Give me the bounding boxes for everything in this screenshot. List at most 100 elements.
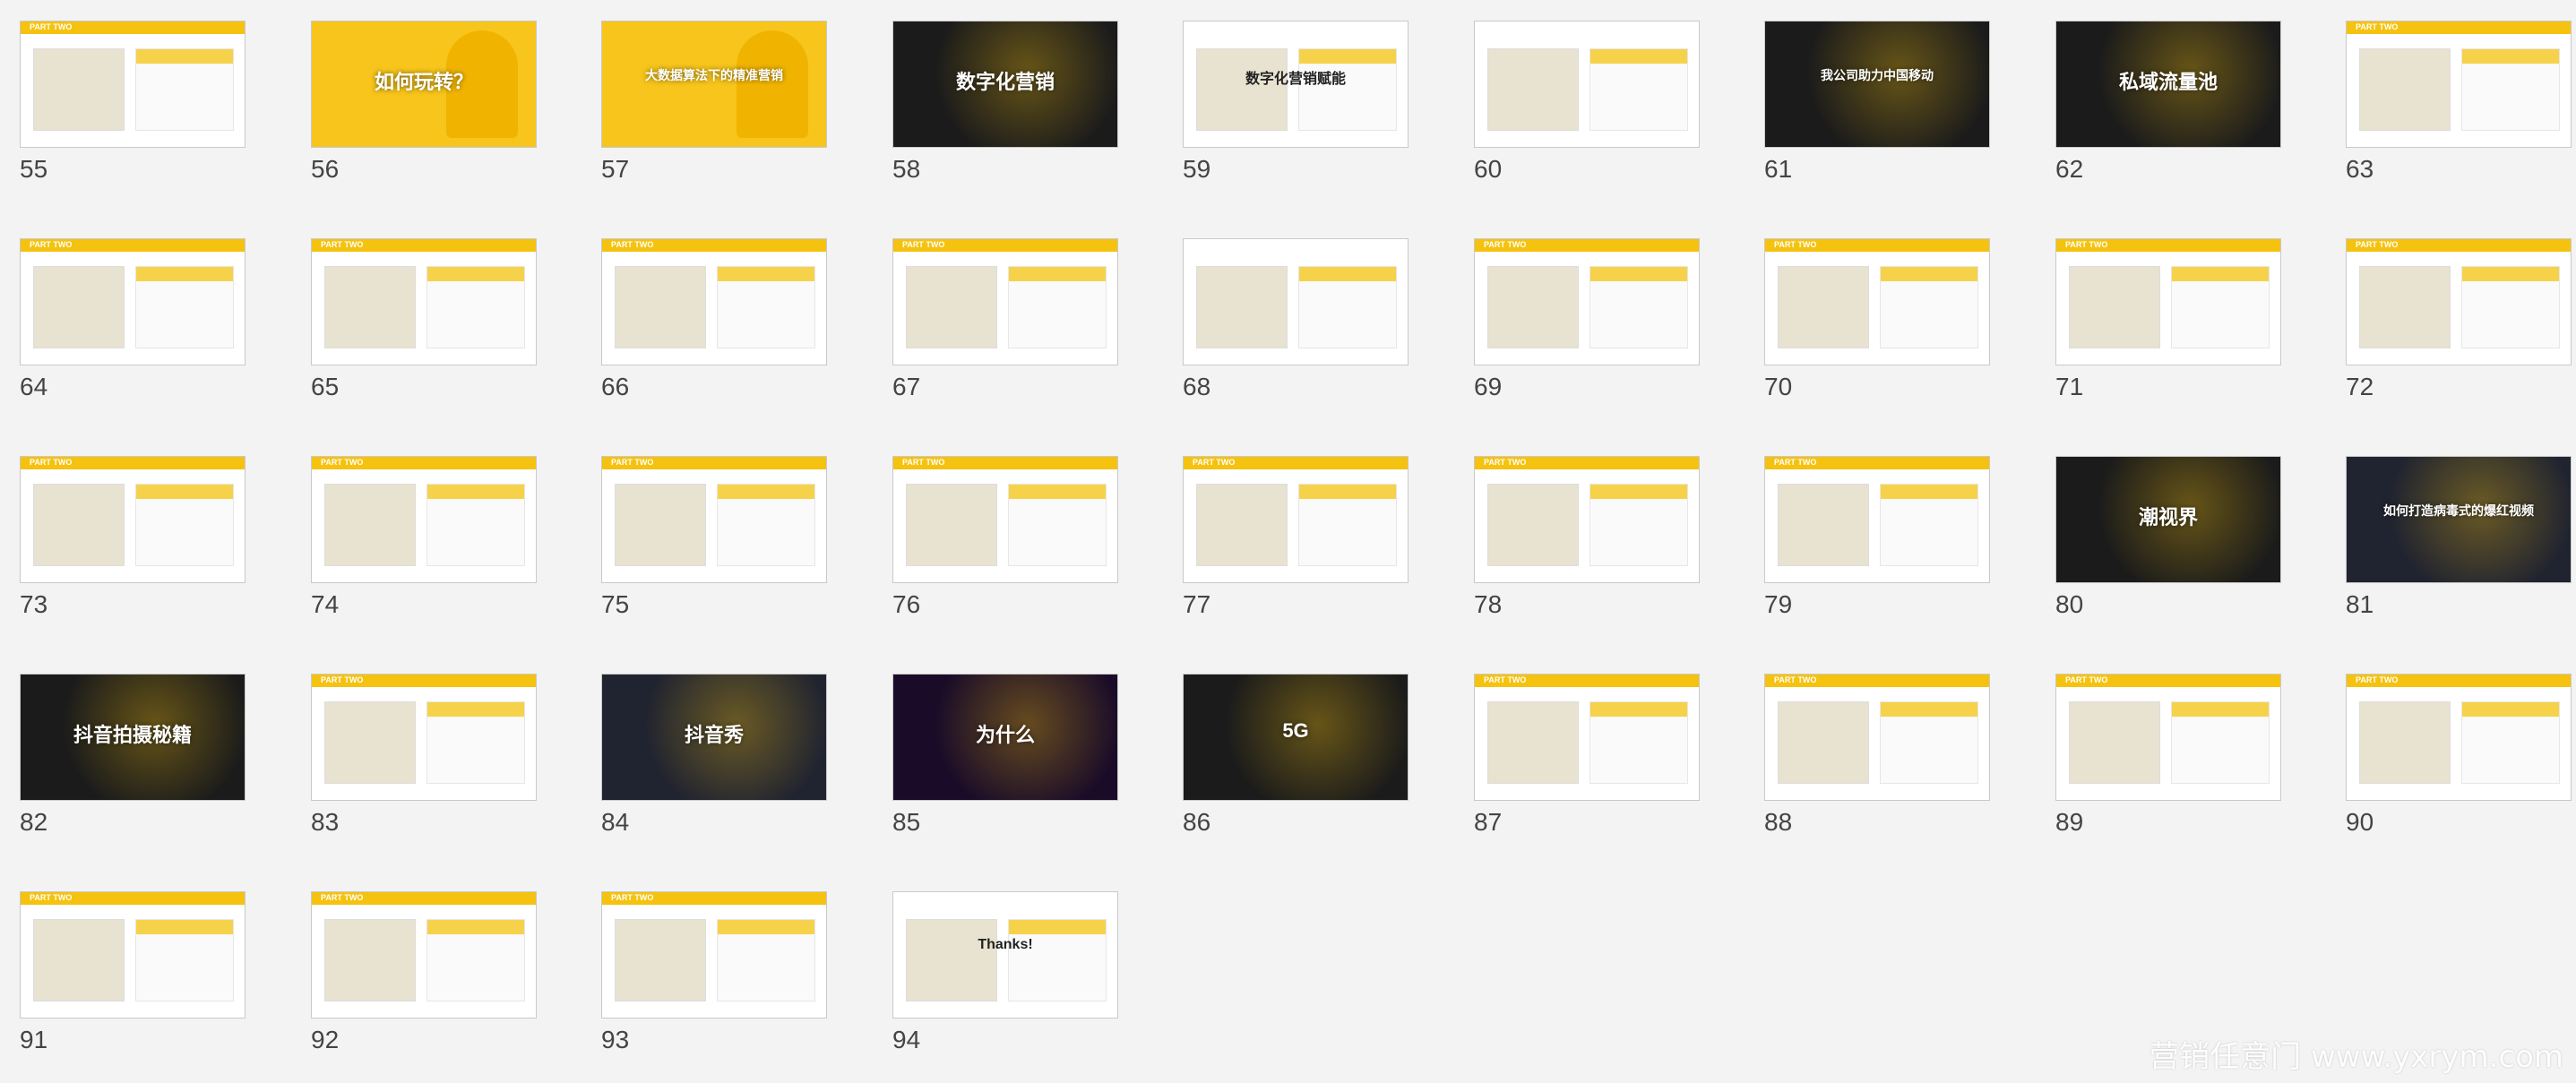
slide-image-block (1778, 266, 1869, 348)
slide-number: 66 (601, 373, 630, 400)
slide-cell: 为什么 85 (892, 674, 1118, 844)
slide-number: 69 (1474, 373, 1503, 400)
slide-cell: 私域流量池 62 (2055, 21, 2281, 191)
slide-caption: 私域流量池 (2118, 71, 2218, 93)
slide-image-block (1778, 701, 1869, 784)
slide-number: 93 (601, 1026, 630, 1053)
slide-thumbnail[interactable]: 抖音秀 (601, 674, 827, 801)
slide-thumbnail[interactable]: PART TWO (311, 891, 537, 1019)
slide-header-bar: PART TWO (2056, 239, 2280, 252)
slide-cell: PART TWO 83 (311, 674, 537, 844)
slide-image-block (1196, 484, 1288, 566)
slide-image-block (906, 266, 997, 348)
slide-thumbnail[interactable]: PART TWO (311, 238, 537, 365)
slide-header-label: PART TWO (1484, 240, 1527, 249)
slide-caption: 为什么 (975, 724, 1035, 746)
slide-number: 65 (311, 373, 340, 400)
slide-number: 77 (1183, 590, 1211, 618)
slide-number: 87 (1474, 808, 1503, 836)
slide-header-label: PART TWO (321, 675, 364, 684)
slide-thumbnail[interactable]: PART TWO (1764, 238, 1990, 365)
slide-thumbnail[interactable]: PART TWO (1474, 674, 1700, 801)
slide-header-label: PART TWO (2356, 22, 2399, 31)
slide-header-label: PART TWO (902, 240, 945, 249)
slide-thumbnail[interactable]: 潮视界 (2055, 456, 2281, 583)
slide-thumbnail[interactable]: PART TWO (1183, 456, 1409, 583)
slide-thumbnail[interactable]: 如何打造病毒式的爆红视频 (2346, 456, 2572, 583)
slide-thumbnail[interactable] (1474, 21, 1700, 148)
slide-number: 86 (1183, 808, 1211, 836)
slide-image-block (324, 919, 416, 1001)
slide-thumbnail[interactable]: PART TWO (1474, 238, 1700, 365)
slide-cell: PART TWO 65 (311, 238, 537, 408)
slide-header-bar: PART TWO (312, 892, 536, 905)
slide-image-block (2359, 701, 2451, 784)
slide-thumbnail[interactable]: PART TWO (2055, 674, 2281, 801)
slide-thumbnail[interactable]: PART TWO (20, 238, 246, 365)
slide-header-bar: PART TWO (21, 892, 245, 905)
slide-cell: 60 (1474, 21, 1700, 191)
slide-thumbnail[interactable]: PART TWO (2346, 21, 2572, 148)
slide-thumbnail[interactable]: PART TWO (892, 238, 1118, 365)
slide-image-block (2359, 266, 2451, 348)
slide-thumbnail[interactable]: PART TWO (601, 238, 827, 365)
slide-content-block (135, 484, 234, 566)
slide-image-block (737, 30, 808, 138)
slide-thumbnail[interactable]: 大数据算法下的精准营销 (601, 21, 827, 148)
slide-cell: PART TWO 88 (1764, 674, 1990, 844)
slide-thumbnail[interactable]: 数字化营销赋能 (1183, 21, 1409, 148)
slide-thumbnail[interactable]: 为什么 (892, 674, 1118, 801)
slide-content-block (717, 919, 815, 1001)
slide-thumbnail[interactable]: 私域流量池 (2055, 21, 2281, 148)
slide-image-block (1765, 21, 1989, 147)
slide-thumbnail[interactable] (1183, 238, 1409, 365)
slide-cell: PART TWO 67 (892, 238, 1118, 408)
slide-header-bar: PART TWO (602, 239, 826, 252)
watermark: 营销任意门 www.yxrym.com (2149, 1039, 2563, 1075)
slide-thumbnail[interactable]: PART TWO (601, 456, 827, 583)
slide-header-label: PART TWO (30, 458, 73, 467)
slide-content-block (426, 484, 525, 566)
slide-thumbnail[interactable]: PART TWO (2055, 238, 2281, 365)
slide-content-block (1880, 266, 1978, 348)
slide-thumbnail[interactable]: Thanks! (892, 891, 1118, 1019)
slide-thumbnail[interactable]: PART TWO (2346, 238, 2572, 365)
slide-image-block (33, 484, 125, 566)
slide-cell: 5G 86 (1183, 674, 1409, 844)
slide-header-bar: PART TWO (1765, 239, 1989, 252)
slide-thumbnail[interactable]: PART TWO (20, 891, 246, 1019)
slide-thumbnail[interactable]: PART TWO (1474, 456, 1700, 583)
slide-thumbnail[interactable]: PART TWO (1764, 456, 1990, 583)
slide-thumbnail[interactable]: 数字化营销 (892, 21, 1118, 148)
slide-thumbnail[interactable]: PART TWO (1764, 674, 1990, 801)
slide-content-block (1880, 701, 1978, 784)
slide-thumbnail[interactable]: PART TWO (892, 456, 1118, 583)
slide-cell: 数字化营销 58 (892, 21, 1118, 191)
slide-thumbnail[interactable]: 如何玩转？ (311, 21, 537, 148)
slide-image-block (33, 919, 125, 1001)
slide-cell: PART TWO 70 (1764, 238, 1990, 408)
slide-header-label: PART TWO (30, 893, 73, 902)
slide-thumbnail[interactable]: 抖音拍摄秘籍 (20, 674, 246, 801)
slide-cell: PART TWO 64 (20, 238, 246, 408)
slide-number: 85 (892, 808, 921, 836)
slide-thumbnail[interactable]: PART TWO (601, 891, 827, 1019)
slide-cell: PART TWO 72 (2346, 238, 2572, 408)
slide-cell: 如何打造病毒式的爆红视频 81 (2346, 456, 2572, 626)
slide-caption: 抖音拍摄秘籍 (73, 724, 192, 746)
slide-thumbnail[interactable]: PART TWO (311, 456, 537, 583)
slide-content-block (2461, 266, 2560, 348)
slide-thumbnail[interactable]: PART TWO (20, 21, 246, 148)
slide-thumbnail[interactable]: PART TWO (2346, 674, 2572, 801)
slide-image-block (1778, 484, 1869, 566)
slide-image-block (1487, 701, 1579, 784)
slide-thumbnail[interactable]: 5G (1183, 674, 1409, 801)
slide-cell: PART TWO 79 (1764, 456, 1990, 626)
slide-caption: Thanks! (978, 937, 1033, 952)
slide-thumbnail[interactable]: PART TWO (311, 674, 537, 801)
slide-thumbnail[interactable]: 我公司助力中国移动 (1764, 21, 1990, 148)
slide-number: 61 (1764, 155, 1793, 183)
slide-cell: PART TWO 75 (601, 456, 827, 626)
slide-thumbnail[interactable]: PART TWO (20, 456, 246, 583)
slide-header-bar: PART TWO (312, 457, 536, 469)
